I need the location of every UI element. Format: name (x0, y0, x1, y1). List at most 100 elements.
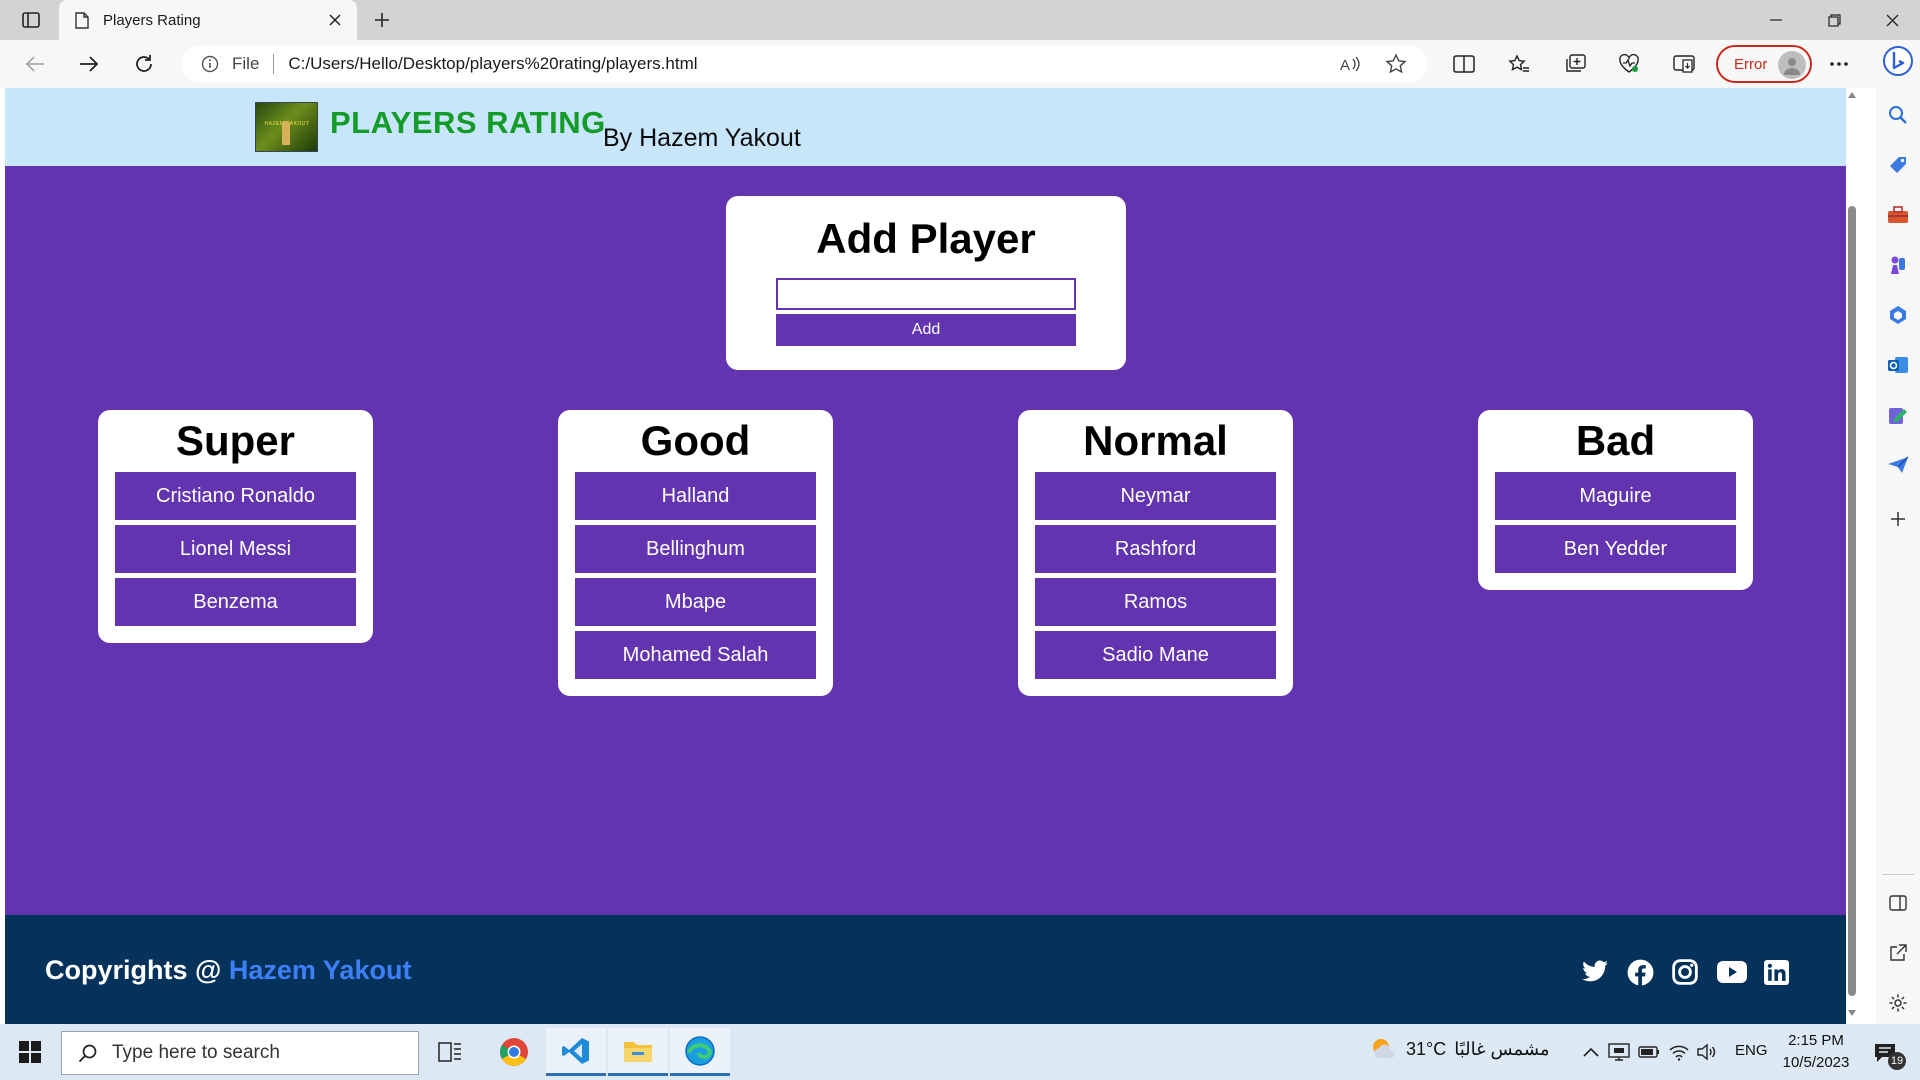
youtube-icon[interactable] (1716, 958, 1748, 986)
player-name-input[interactable] (776, 278, 1076, 310)
battery-icon[interactable] (1636, 1038, 1662, 1066)
more-options-icon[interactable] (1822, 48, 1856, 80)
facebook-icon[interactable] (1626, 958, 1654, 986)
add-sidebar-app-icon[interactable] (1885, 506, 1911, 532)
microsoft-365-icon[interactable] (1885, 302, 1911, 328)
weather-sun-cloud-icon (1373, 1039, 1395, 1058)
copyright-text: Copyrights @ Hazem Yakout (45, 955, 411, 986)
page-scrollbar[interactable] (1846, 88, 1858, 1024)
player-item[interactable]: Cristiano Ronaldo (115, 472, 356, 520)
favorite-star-icon[interactable] (1382, 51, 1410, 77)
taskbar-search-placeholder: Type here to search (112, 1042, 280, 1063)
player-item[interactable]: Maguire (1495, 472, 1736, 520)
wifi-icon[interactable] (1666, 1038, 1692, 1066)
bing-copilot-icon[interactable] (1883, 46, 1913, 76)
browser-tab[interactable]: Players Rating (59, 0, 357, 40)
player-item[interactable]: Benzema (115, 578, 356, 626)
player-item[interactable]: Ben Yedder (1495, 525, 1736, 573)
site-header: HAZEM YAKOUT PLAYERS RATING By Hazem Yak… (5, 88, 1846, 166)
linkedin-icon[interactable] (1762, 958, 1790, 986)
clock-time: 2:15 PM (1788, 1032, 1844, 1049)
refresh-button[interactable] (127, 48, 161, 80)
site-footer: Copyrights @ Hazem Yakout (5, 915, 1846, 1024)
browser-tab-strip: Players Rating (0, 0, 1920, 40)
forward-button[interactable] (72, 48, 106, 80)
collections-icon[interactable] (1558, 48, 1592, 80)
new-tab-button[interactable] (368, 6, 396, 34)
weather-description: مشمس غالبًا (1454, 1038, 1550, 1059)
taskbar-search-box[interactable]: Type here to search (61, 1031, 419, 1075)
player-item[interactable]: Mbape (575, 578, 816, 626)
player-item[interactable]: Lionel Messi (115, 525, 356, 573)
restore-button[interactable] (1806, 0, 1862, 40)
tools-briefcase-icon[interactable] (1885, 202, 1911, 228)
add-player-title: Add Player (816, 215, 1036, 262)
category-card-good: Good Halland Bellinghum Mbape Mohamed Sa… (558, 410, 833, 696)
player-item[interactable]: Sadio Mane (1035, 631, 1276, 679)
author-link[interactable]: Hazem Yakout (229, 955, 412, 985)
error-label: Error (1734, 55, 1768, 73)
site-byline: By Hazem Yakout (603, 124, 801, 152)
close-window-button[interactable] (1864, 0, 1920, 40)
player-item[interactable]: Neymar (1035, 472, 1276, 520)
outlook-icon[interactable] (1885, 352, 1911, 378)
windows-start-icon[interactable] (10, 1036, 50, 1068)
player-item[interactable]: Halland (575, 472, 816, 520)
info-icon[interactable] (200, 54, 220, 74)
search-icon (76, 1041, 100, 1065)
downloads-icon[interactable] (1667, 48, 1701, 80)
close-tab-icon[interactable] (321, 6, 349, 34)
send-plane-icon[interactable] (1885, 452, 1911, 478)
url-text[interactable]: C:/Users/Hello/Desktop/players%20rating/… (288, 54, 697, 74)
instagram-icon[interactable] (1671, 958, 1699, 986)
display-tray-icon[interactable] (1606, 1038, 1632, 1066)
logo-figure (282, 121, 290, 145)
category-card-bad: Bad Maguire Ben Yedder (1478, 410, 1753, 590)
sidebar-layout-icon[interactable] (1885, 890, 1911, 916)
player-item[interactable]: Bellinghum (575, 525, 816, 573)
category-title-normal: Normal (1083, 417, 1228, 464)
file-explorer-app-icon[interactable] (608, 1028, 668, 1076)
open-external-icon[interactable] (1885, 940, 1911, 966)
shopping-tag-icon[interactable] (1885, 152, 1911, 178)
games-chess-icon[interactable] (1885, 252, 1911, 278)
site-title: PLAYERS RATING (330, 105, 606, 140)
scroll-thumb[interactable] (1848, 206, 1856, 996)
page-icon (73, 11, 91, 29)
player-item[interactable]: Mohamed Salah (575, 631, 816, 679)
settings-gear-icon[interactable] (1885, 990, 1911, 1016)
drop-notes-icon[interactable] (1885, 402, 1911, 428)
vscode-app-icon[interactable] (546, 1028, 606, 1076)
volume-icon[interactable] (1694, 1038, 1720, 1066)
minimize-button[interactable] (1748, 0, 1804, 40)
read-aloud-icon[interactable]: A (1336, 51, 1364, 77)
task-view-icon[interactable] (420, 1028, 480, 1076)
split-screen-icon[interactable] (1447, 48, 1481, 80)
player-item[interactable]: Rashford (1035, 525, 1276, 573)
show-hidden-icons-chevron-icon[interactable] (1578, 1038, 1604, 1066)
back-button[interactable] (18, 48, 52, 80)
language-indicator[interactable]: ENG (1735, 1042, 1768, 1059)
taskbar-clock[interactable]: 2:15 PM 10/5/2023 (1772, 1030, 1860, 1074)
browser-essentials-icon[interactable] (1612, 48, 1646, 80)
browser-toolbar: File C:/Users/Hello/Desktop/players%20ra… (0, 40, 1920, 88)
scroll-up-arrow-icon[interactable] (1848, 92, 1856, 98)
scroll-down-arrow-icon[interactable] (1848, 1010, 1856, 1016)
windows-taskbar: Type here to search 31°C مشمس غالبًا ENG… (0, 1024, 1920, 1080)
category-title-good: Good (640, 417, 751, 464)
address-bar[interactable]: File C:/Users/Hello/Desktop/players%20ra… (182, 45, 1428, 83)
chrome-app-icon[interactable] (484, 1028, 544, 1076)
site-logo: HAZEM YAKOUT (255, 102, 318, 152)
file-label: File (232, 54, 260, 73)
twitter-icon[interactable] (1581, 958, 1609, 986)
weather-widget[interactable]: 31°C مشمس غالبًا (1370, 1036, 1550, 1062)
favorites-icon[interactable] (1502, 48, 1536, 80)
add-player-button[interactable]: Add (776, 314, 1076, 346)
tab-actions-icon[interactable] (14, 8, 48, 32)
notification-center-icon[interactable]: 19 (1868, 1038, 1906, 1070)
category-title-bad: Bad (1575, 417, 1656, 464)
player-item[interactable]: Ramos (1035, 578, 1276, 626)
profile-error-button[interactable]: Error (1716, 45, 1812, 83)
search-icon[interactable] (1885, 102, 1911, 128)
edge-app-icon[interactable] (670, 1028, 730, 1076)
